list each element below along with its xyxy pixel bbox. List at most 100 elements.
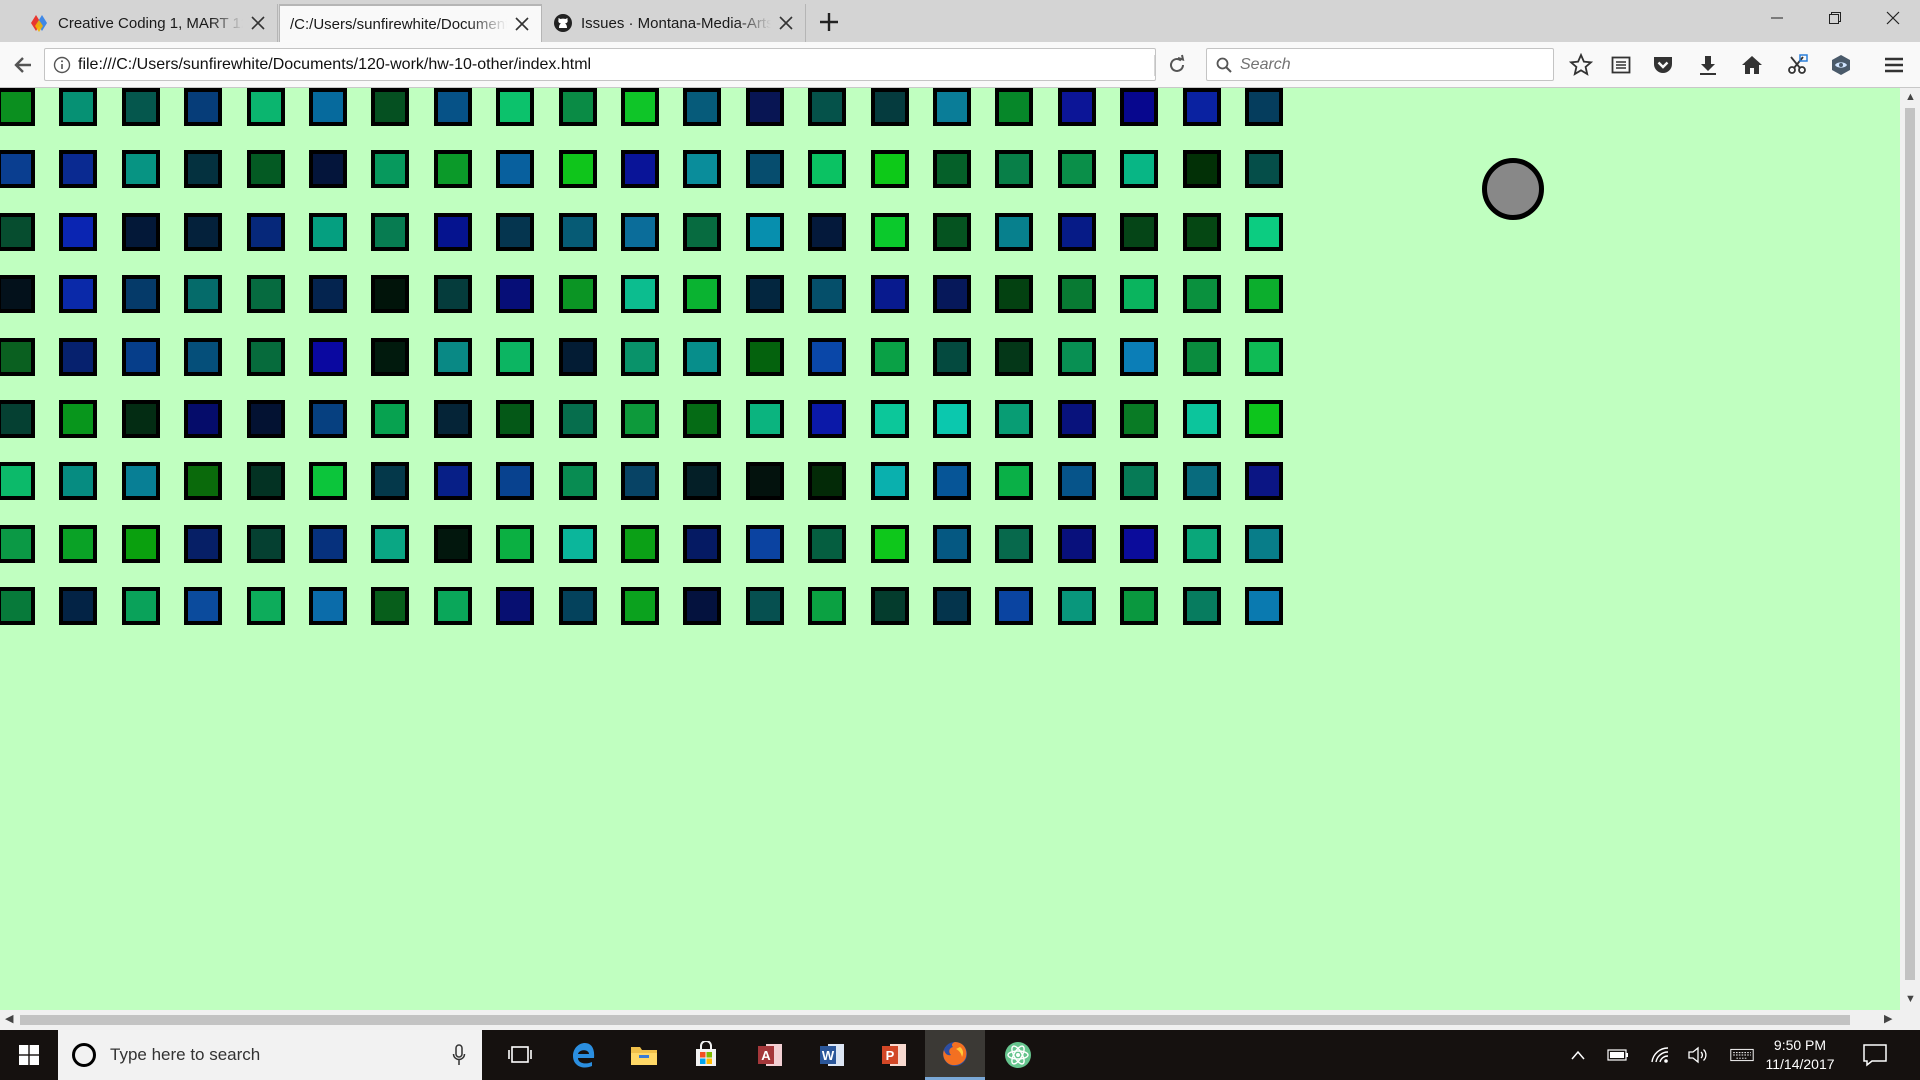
scroll-down-icon[interactable]: ▼: [1905, 994, 1916, 1005]
show-hidden-icons-button[interactable]: [1566, 1045, 1590, 1065]
speaker-icon: [1688, 1046, 1707, 1064]
grid-square: [808, 462, 846, 500]
grid-square: [933, 525, 971, 563]
grid-square: [683, 525, 721, 563]
tab-creative-coding[interactable]: Creative Coding 1, MART 120: [20, 4, 278, 42]
network-indicator[interactable]: [1648, 1045, 1672, 1065]
battery-indicator[interactable]: [1606, 1045, 1630, 1065]
close-icon[interactable]: [513, 15, 531, 33]
extension-button[interactable]: [1826, 50, 1856, 80]
grid-square: [1183, 88, 1221, 126]
restore-button[interactable]: [1808, 4, 1862, 32]
close-icon[interactable]: [249, 14, 267, 32]
grid-square: [621, 213, 659, 251]
system-clock[interactable]: 9:50 PM 11/14/2017: [1760, 1036, 1840, 1074]
access-button[interactable]: A: [740, 1030, 800, 1080]
close-window-button[interactable]: [1866, 4, 1920, 32]
reload-icon[interactable]: [1164, 52, 1190, 78]
grid-square: [371, 338, 409, 376]
grid-square: [59, 338, 97, 376]
page-canvas[interactable]: [0, 88, 1900, 1010]
reader-view-button[interactable]: [1606, 50, 1636, 80]
action-center-icon[interactable]: [1862, 1043, 1888, 1067]
word-button[interactable]: W: [802, 1030, 862, 1080]
grid-square: [1183, 400, 1221, 438]
microphone-icon[interactable]: [452, 1044, 466, 1066]
grid-square: [122, 275, 160, 313]
keyboard-icon: [1730, 1048, 1754, 1062]
back-arrow-icon: [14, 57, 31, 73]
tab-github-issues[interactable]: Issues · Montana-Media-Arts/120-work: [543, 4, 806, 42]
grid-square: [247, 462, 285, 500]
store-icon: [696, 1041, 716, 1066]
store-button[interactable]: [676, 1030, 736, 1080]
grid-square: [309, 338, 347, 376]
taskbar-search-placeholder: Type here to search: [110, 1045, 261, 1064]
grid-square: [933, 88, 971, 126]
grid-square: [871, 213, 909, 251]
grid-square: [496, 275, 534, 313]
grid-square: [247, 587, 285, 625]
grid-square: [933, 400, 971, 438]
close-icon: [1886, 11, 1900, 25]
touch-keyboard-button[interactable]: [1730, 1045, 1754, 1065]
close-icon[interactable]: [777, 14, 795, 32]
grid-square: [1058, 213, 1096, 251]
grid-square: [871, 400, 909, 438]
taskbar-search-box[interactable]: Type here to search: [58, 1030, 482, 1080]
grid-square: [559, 150, 597, 188]
minimize-button[interactable]: [1750, 4, 1804, 32]
edge-button[interactable]: [554, 1030, 614, 1080]
vertical-scroll-thumb[interactable]: [1905, 108, 1915, 980]
grid-square: [746, 275, 784, 313]
info-icon[interactable]: [53, 56, 71, 74]
grid-square: [247, 400, 285, 438]
pocket-button[interactable]: [1648, 50, 1678, 80]
grid-square: [1120, 275, 1158, 313]
scroll-right-icon[interactable]: ▶: [1884, 1014, 1892, 1025]
grid-square: [434, 150, 472, 188]
grid-square: [1120, 525, 1158, 563]
downloads-button[interactable]: [1693, 50, 1723, 80]
menu-button[interactable]: [1879, 50, 1909, 80]
file-explorer-button[interactable]: [614, 1030, 674, 1080]
grid-square: [184, 338, 222, 376]
grid-square: [559, 88, 597, 126]
powerpoint-icon: P: [882, 1044, 906, 1066]
vertical-scrollbar[interactable]: ▲ ▼: [1900, 88, 1920, 1010]
tab-title: Issues · Montana-Media-Arts/120-work: [581, 14, 771, 32]
back-button[interactable]: [8, 50, 38, 80]
powerpoint-button[interactable]: P: [864, 1030, 924, 1080]
atom-button[interactable]: [988, 1030, 1048, 1080]
grid-square: [0, 213, 35, 251]
scroll-up-icon[interactable]: ▲: [1905, 92, 1916, 103]
grid-square: [59, 525, 97, 563]
home-button[interactable]: [1737, 50, 1767, 80]
new-tab-plus-icon[interactable]: [816, 9, 842, 35]
firefox-button[interactable]: [925, 1030, 985, 1080]
tab-index-html[interactable]: /C:/Users/sunfirewhite/Documents/120-wor…: [279, 4, 542, 42]
grid-square: [746, 462, 784, 500]
grid-square: [434, 462, 472, 500]
grid-square: [371, 213, 409, 251]
grid-square: [496, 338, 534, 376]
volume-indicator[interactable]: [1686, 1045, 1710, 1065]
scroll-left-icon[interactable]: ◀: [5, 1014, 13, 1025]
horizontal-scroll-thumb[interactable]: [20, 1015, 1850, 1025]
grid-square: [371, 400, 409, 438]
task-view-button[interactable]: [490, 1030, 550, 1080]
horizontal-scrollbar[interactable]: ◀ ▶: [0, 1010, 1920, 1030]
bookmark-button[interactable]: [1566, 50, 1596, 80]
grid-square: [808, 88, 846, 126]
url-bar[interactable]: file:///C:/Users/sunfirewhite/Documents/…: [44, 48, 1156, 81]
start-button[interactable]: [0, 1030, 58, 1080]
grid-square: [371, 275, 409, 313]
search-bar[interactable]: Search: [1206, 48, 1554, 81]
grid-square: [871, 525, 909, 563]
grid-square: [621, 150, 659, 188]
tab-strip: Creative Coding 1, MART 120 /C:/Users/su…: [0, 0, 1920, 42]
grid-square: [683, 275, 721, 313]
url-text[interactable]: file:///C:/Users/sunfirewhite/Documents/…: [78, 56, 591, 74]
grid-square: [371, 525, 409, 563]
screenshot-button[interactable]: [1782, 50, 1812, 80]
